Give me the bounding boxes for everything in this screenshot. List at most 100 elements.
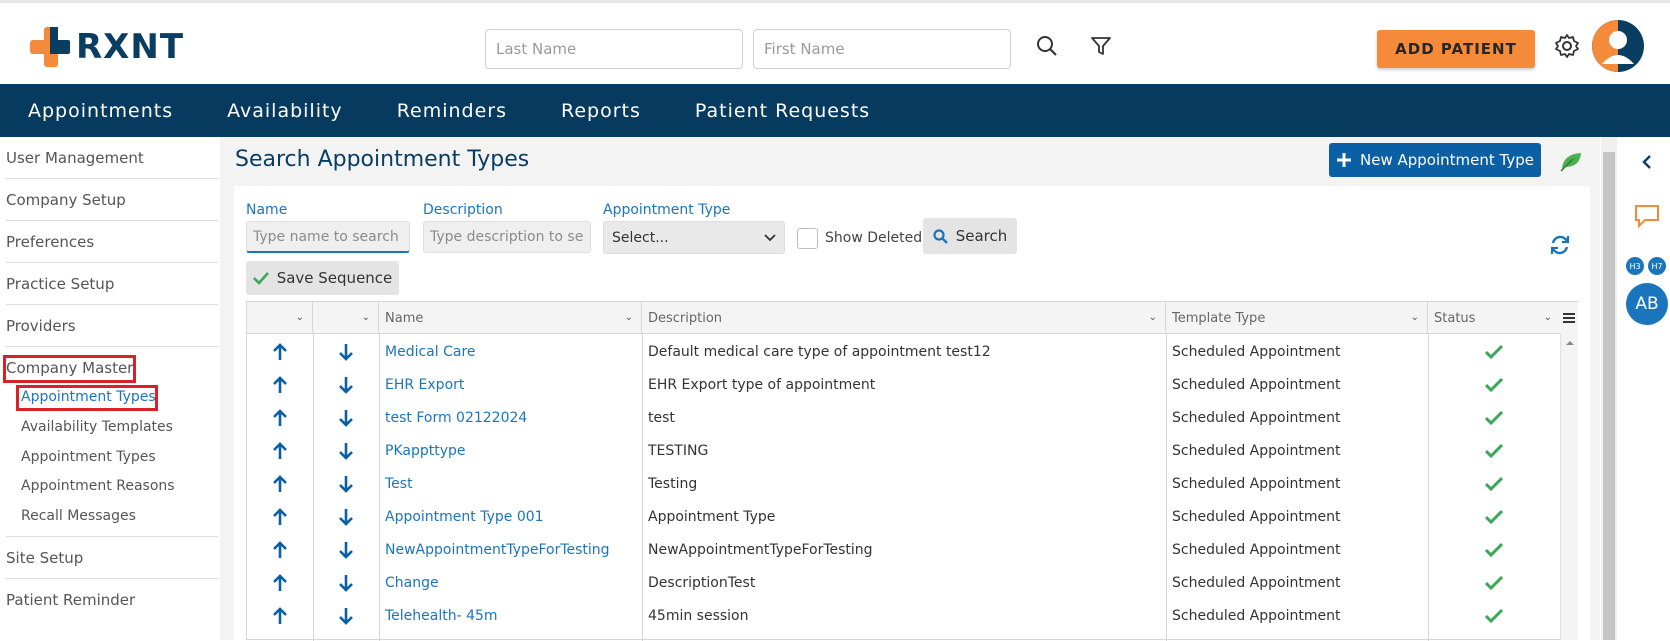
search-icon bbox=[933, 228, 948, 244]
appointment-type-name-link[interactable]: Appointment Type 001 bbox=[379, 500, 642, 533]
appointment-type-label: Appointment Type bbox=[603, 202, 731, 218]
move-down-icon[interactable] bbox=[313, 467, 379, 500]
appointment-type-name-link[interactable]: Telehealth- 45m bbox=[379, 599, 642, 632]
sidebar-item-providers[interactable]: Providers bbox=[6, 317, 76, 335]
collapse-panel-icon[interactable] bbox=[1632, 147, 1662, 177]
appointment-type-name-link[interactable]: NewAppointmentTypeForTesting bbox=[379, 533, 642, 566]
appointment-type-name-link[interactable]: test Form 02122024 bbox=[379, 401, 642, 434]
status-check-icon bbox=[1428, 368, 1560, 401]
header-template-type[interactable]: Template Type ⌄ bbox=[1166, 302, 1428, 334]
divider bbox=[6, 304, 218, 305]
move-down-icon[interactable] bbox=[313, 566, 379, 599]
move-up-icon[interactable] bbox=[247, 467, 313, 500]
appointment-type-name-link[interactable]: Medical Care bbox=[379, 335, 642, 368]
search-button[interactable]: Search bbox=[923, 218, 1017, 254]
last-name-input[interactable] bbox=[485, 29, 743, 69]
move-down-icon[interactable] bbox=[313, 368, 379, 401]
nav-availability[interactable]: Availability bbox=[227, 100, 343, 122]
sidebar-item-company-setup[interactable]: Company Setup bbox=[6, 191, 126, 209]
chevron-down-icon: ⌄ bbox=[295, 312, 304, 323]
filter-icon[interactable] bbox=[1086, 31, 1116, 61]
divider bbox=[6, 262, 218, 263]
template-type: Scheduled Appointment bbox=[1172, 508, 1341, 525]
column-menu-icon[interactable] bbox=[1560, 302, 1578, 334]
appointment-type-select[interactable]: Select... bbox=[603, 221, 785, 254]
chat-icon[interactable] bbox=[1632, 201, 1662, 231]
template-type: Scheduled Appointment bbox=[1172, 475, 1341, 492]
move-up-icon[interactable] bbox=[247, 599, 313, 632]
new-appointment-type-button[interactable]: New Appointment Type bbox=[1329, 143, 1541, 177]
add-patient-button[interactable]: ADD PATIENT bbox=[1377, 30, 1535, 68]
main-nav: Appointments Availability Reminders Repo… bbox=[0, 84, 1670, 137]
appointment-types-table: ⌄ ⌄ Name ⌄ Description ⌄ Template Type ⌄ St… bbox=[246, 301, 1578, 641]
move-up-icon[interactable] bbox=[247, 368, 313, 401]
show-deleted-checkbox[interactable] bbox=[797, 228, 818, 249]
appointment-type-name-link[interactable]: PKappttype bbox=[379, 434, 642, 467]
description-search-input[interactable] bbox=[423, 221, 591, 253]
nav-appointments[interactable]: Appointments bbox=[28, 100, 173, 122]
chevron-down-icon: ⌄ bbox=[1410, 312, 1419, 323]
header-description[interactable]: Description ⌄ bbox=[642, 302, 1166, 334]
sidebar-subitem-appointment-reasons[interactable]: Appointment Reasons bbox=[21, 478, 175, 494]
appointment-type-value: Select... bbox=[612, 229, 669, 246]
sidebar-subitem-recall-messages[interactable]: Recall Messages bbox=[21, 508, 136, 524]
move-down-icon[interactable] bbox=[313, 434, 379, 467]
search-icon[interactable] bbox=[1032, 31, 1062, 61]
refresh-icon[interactable] bbox=[1545, 230, 1575, 260]
show-deleted-label: Show Deleted bbox=[825, 230, 923, 246]
sidebar-subitem-availability-templates[interactable]: Availability Templates bbox=[21, 419, 173, 435]
gear-icon[interactable] bbox=[1552, 31, 1582, 61]
sidebar-item-site-setup[interactable]: Site Setup bbox=[6, 549, 83, 567]
table-scrollbar[interactable] bbox=[1560, 334, 1578, 640]
move-down-icon[interactable] bbox=[313, 500, 379, 533]
move-down-icon[interactable] bbox=[313, 401, 379, 434]
appointment-type-name-link[interactable]: Test bbox=[379, 467, 642, 500]
appointment-type-description: test bbox=[648, 409, 675, 426]
template-type: Scheduled Appointment bbox=[1172, 376, 1341, 393]
appointment-type-description: Testing bbox=[648, 475, 698, 492]
move-up-icon[interactable] bbox=[247, 401, 313, 434]
user-avatar[interactable] bbox=[1592, 20, 1644, 72]
header-status[interactable]: Status ⌄ bbox=[1428, 302, 1560, 334]
chevron-down-icon: ⌄ bbox=[1148, 312, 1157, 323]
table-row: NewAppointmentTypeForTesting NewAppointme… bbox=[247, 533, 1560, 566]
sidebar-item-user-management[interactable]: User Management bbox=[6, 149, 144, 167]
sidebar-item-preferences[interactable]: Preferences bbox=[6, 233, 94, 251]
template-type: Scheduled Appointment bbox=[1172, 409, 1341, 426]
move-up-icon[interactable] bbox=[247, 566, 313, 599]
name-search-input[interactable] bbox=[246, 221, 410, 253]
badge-h3[interactable]: H3 bbox=[1626, 257, 1644, 275]
leaf-icon[interactable] bbox=[1556, 146, 1586, 176]
sidebar-item-practice-setup[interactable]: Practice Setup bbox=[6, 275, 114, 293]
move-up-icon[interactable] bbox=[247, 335, 313, 368]
nav-patient-requests[interactable]: Patient Requests bbox=[695, 100, 870, 122]
sidebar-subitem-appointment-types[interactable]: Appointment Types bbox=[21, 449, 156, 465]
sidebar-item-patient-reminder[interactable]: Patient Reminder bbox=[6, 591, 135, 609]
user-initials-avatar[interactable]: AB bbox=[1626, 283, 1668, 325]
header-name[interactable]: Name ⌄ bbox=[379, 302, 642, 334]
rxnt-logo[interactable]: RXNT bbox=[30, 25, 184, 69]
appointment-type-name-link[interactable]: EHR Export bbox=[379, 368, 642, 401]
move-down-icon[interactable] bbox=[313, 533, 379, 566]
move-down-icon[interactable] bbox=[313, 335, 379, 368]
move-up-icon[interactable] bbox=[247, 500, 313, 533]
brand-name: RXNT bbox=[76, 27, 185, 67]
name-label: Name bbox=[246, 202, 288, 218]
first-name-input[interactable] bbox=[753, 29, 1011, 69]
nav-reminders[interactable]: Reminders bbox=[397, 100, 507, 122]
badge-h7[interactable]: H7 bbox=[1648, 257, 1666, 275]
header-status-label: Status bbox=[1434, 310, 1476, 326]
header-template-label: Template Type bbox=[1172, 310, 1266, 326]
nav-reports[interactable]: Reports bbox=[561, 100, 641, 122]
chevron-down-icon: ⌄ bbox=[624, 312, 633, 323]
save-sequence-button[interactable]: Save Sequence bbox=[246, 261, 399, 295]
move-up-icon[interactable] bbox=[247, 434, 313, 467]
status-check-icon bbox=[1428, 500, 1560, 533]
header-move-down[interactable]: ⌄ bbox=[313, 302, 379, 334]
page-scrollbar-thumb[interactable] bbox=[1603, 152, 1615, 640]
header-move-up[interactable]: ⌄ bbox=[247, 302, 313, 334]
move-up-icon[interactable] bbox=[247, 533, 313, 566]
appointment-type-name-link[interactable]: Change bbox=[379, 566, 642, 599]
header-description-label: Description bbox=[648, 310, 723, 326]
move-down-icon[interactable] bbox=[313, 599, 379, 632]
